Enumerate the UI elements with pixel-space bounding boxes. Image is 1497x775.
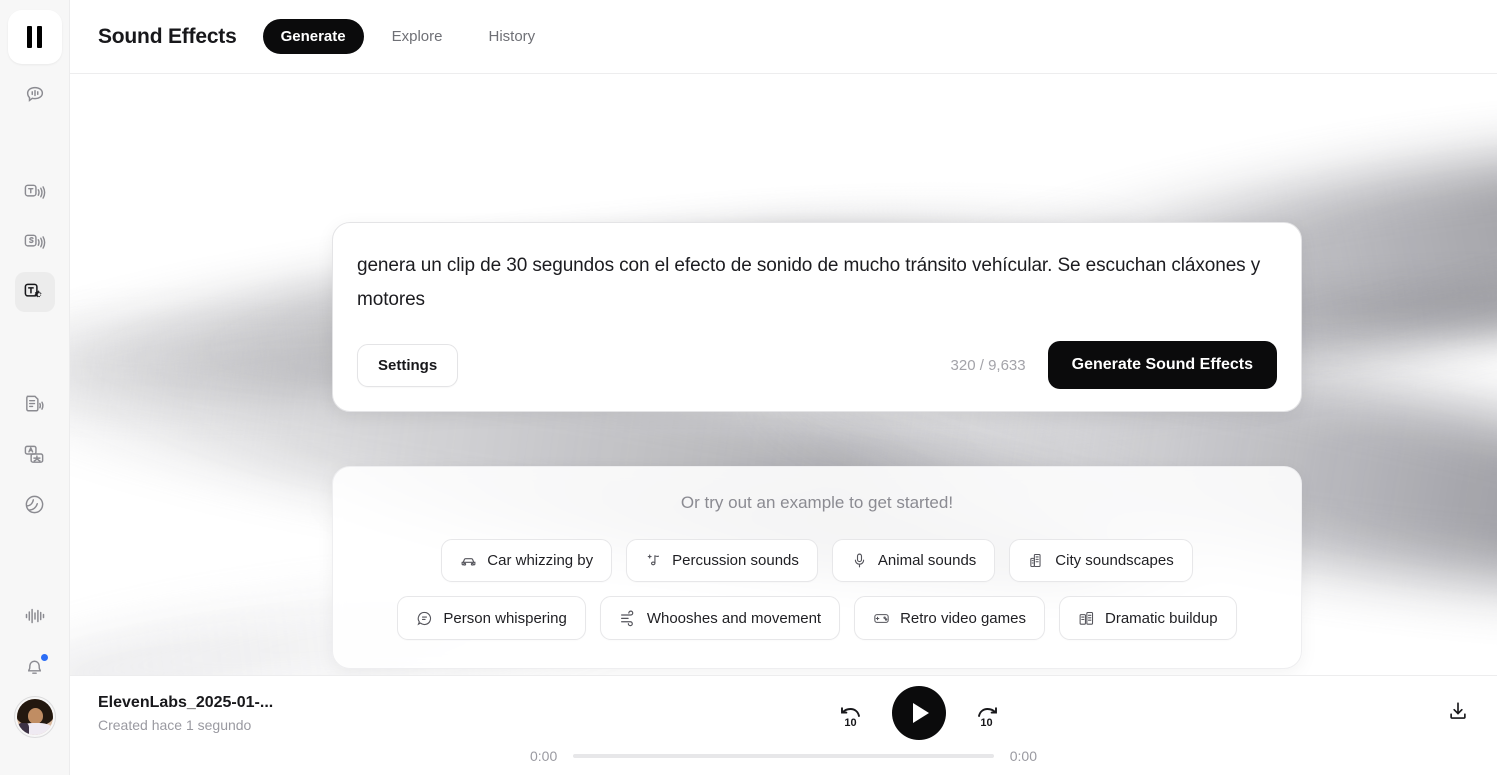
tab-generate[interactable]: Generate <box>262 19 364 54</box>
examples-row-1: Car whizzing by Percussion sounds Animal… <box>361 539 1273 582</box>
character-counter: 320 / 9,633 <box>950 356 1026 374</box>
example-chip-retro-video-games[interactable]: Retro video games <box>854 596 1045 640</box>
sidebar-item-notifications[interactable] <box>15 646 55 686</box>
generation-canvas: genera un clip de 30 segundos con el efe… <box>70 74 1497 675</box>
example-chip-whooshes-and-movement[interactable]: Whooshes and movement <box>599 596 841 640</box>
example-chip-label: Car whizzing by <box>487 552 594 569</box>
microphone-icon <box>851 552 868 569</box>
play-icon <box>913 703 929 723</box>
example-chip-label: Whooshes and movement <box>646 609 822 627</box>
track-metadata: ElevenLabs_2025-01-... Created hace 1 se… <box>98 694 428 733</box>
audio-player: ElevenLabs_2025-01-... Created hace 1 se… <box>70 675 1497 775</box>
notification-badge-dot <box>39 653 49 662</box>
download-button[interactable] <box>1409 700 1469 727</box>
voice-library-icon <box>23 493 46 516</box>
sidebar-item-voices[interactable] <box>15 484 55 524</box>
avatar-image <box>16 699 53 735</box>
text-to-speech-icon <box>23 181 46 204</box>
example-chip-label: Percussion sounds <box>672 552 799 569</box>
prompt-actions: Settings 320 / 9,633 Generate Sound Effe… <box>357 341 1277 389</box>
main-panel: Sound Effects Generate Explore History g… <box>70 0 1497 775</box>
speech-bubble-waveform-icon <box>24 83 46 105</box>
tab-explore[interactable]: Explore <box>374 19 461 54</box>
sidebar-item-conversational-ai[interactable] <box>15 74 55 114</box>
logo-bar-left <box>27 26 32 48</box>
rewind-10-label: 10 <box>844 717 857 729</box>
music-note-icon <box>645 552 662 569</box>
generate-sound-effects-button[interactable]: Generate Sound Effects <box>1047 341 1277 389</box>
avatar[interactable] <box>13 696 56 738</box>
wind-icon <box>619 609 637 627</box>
audio-waveform-icon <box>23 604 47 628</box>
forward-10-label: 10 <box>980 717 993 729</box>
example-chip-label: Dramatic buildup <box>1105 609 1218 627</box>
sidebar <box>0 0 70 775</box>
examples-row-2: Person whispering Whooshes and movement … <box>361 596 1273 640</box>
time-current: 0:00 <box>530 748 558 764</box>
example-chip-percussion-sounds[interactable]: Percussion sounds <box>626 539 818 582</box>
example-chip-car-whizzing-by[interactable]: Car whizzing by <box>441 539 613 582</box>
buildings-icon <box>1078 610 1095 627</box>
sidebar-item-text-to-speech[interactable] <box>15 172 55 212</box>
sidebar-item-speech-to-speech[interactable] <box>15 222 55 262</box>
rewind-10-button[interactable]: 10 <box>836 698 866 729</box>
prompt-input[interactable]: genera un clip de 30 segundos con el efe… <box>357 249 1277 317</box>
download-icon <box>1447 700 1469 727</box>
document-audio-icon <box>23 393 46 416</box>
sidebar-item-audio-native[interactable] <box>15 384 55 424</box>
sidebar-group-primary <box>14 74 55 524</box>
gamepad-icon <box>873 610 890 627</box>
elevenlabs-logo[interactable] <box>7 10 62 64</box>
whisper-bubble-icon <box>416 610 433 627</box>
top-header: Sound Effects Generate Explore History <box>70 0 1497 74</box>
example-chip-city-soundscapes[interactable]: City soundscapes <box>1009 539 1193 582</box>
example-chip-label: Retro video games <box>900 609 1026 627</box>
avatar-arm <box>17 723 29 735</box>
settings-button[interactable]: Settings <box>357 343 459 387</box>
play-button[interactable] <box>891 686 946 740</box>
examples-card: Or try out an example to get started! Ca <box>332 466 1302 669</box>
transport-controls: 10 10 <box>428 686 1409 740</box>
progress-bar[interactable] <box>573 754 994 758</box>
example-chip-dramatic-buildup[interactable]: Dramatic buildup <box>1059 596 1237 640</box>
example-chip-label: Person whispering <box>443 609 567 627</box>
example-chip-label: City soundscapes <box>1055 552 1174 569</box>
tab-history[interactable]: History <box>470 19 553 54</box>
player-controls-row: ElevenLabs_2025-01-... Created hace 1 se… <box>98 676 1469 750</box>
avatar-face <box>27 708 43 724</box>
dubbing-translate-icon <box>23 443 46 466</box>
examples-title: Or try out an example to get started! <box>680 493 954 512</box>
forward-10-button[interactable]: 10 <box>972 698 1002 729</box>
sidebar-item-dubbing[interactable] <box>15 434 55 474</box>
page-title: Sound Effects <box>98 24 237 48</box>
track-name: ElevenLabs_2025-01-... <box>98 693 274 711</box>
car-icon <box>460 552 477 569</box>
sidebar-item-audio-tools[interactable] <box>15 596 55 636</box>
example-chip-animal-sounds[interactable]: Animal sounds <box>831 539 996 582</box>
sidebar-item-sound-effects[interactable] <box>14 272 55 312</box>
track-created-label: Created hace 1 segundo <box>98 716 252 733</box>
center-column: genera un clip de 30 segundos con el efe… <box>332 222 1302 669</box>
sound-effects-app: Sound Effects Generate Explore History g… <box>0 0 1497 775</box>
example-chip-person-whispering[interactable]: Person whispering <box>397 596 586 640</box>
speech-to-speech-icon <box>23 231 46 254</box>
building-icon <box>1028 552 1045 569</box>
prompt-card: genera un clip de 30 segundos con el efe… <box>332 222 1302 412</box>
example-chip-label: Animal sounds <box>877 552 977 569</box>
logo-bar-right <box>37 26 42 48</box>
sound-effects-icon <box>23 281 46 304</box>
sidebar-group-secondary <box>13 596 56 738</box>
progress-row: 0:00 0:00 <box>98 748 1469 764</box>
time-total: 0:00 <box>1009 748 1037 764</box>
